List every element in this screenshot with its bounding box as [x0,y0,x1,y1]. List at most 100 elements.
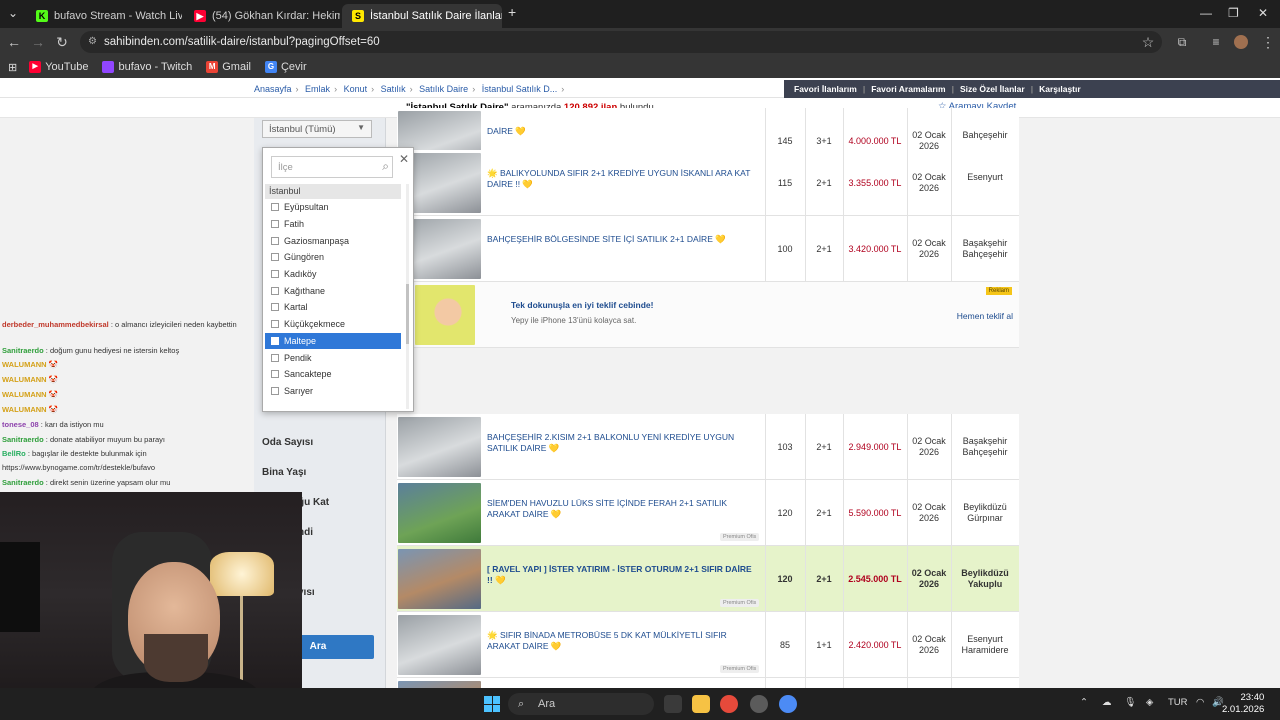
ad-title[interactable]: Tek dokunuşla en iyi teklif cebinde! [511,300,654,310]
checkbox[interactable] [271,203,279,212]
listing-thumbnail[interactable] [398,681,481,688]
district-option[interactable]: Fatih [265,216,401,233]
breadcrumb-link[interactable]: Satılık Daire [419,84,468,94]
tab-kick[interactable]: K bufavo Stream - Watch Live on ✕ [26,4,182,28]
close-icon[interactable]: ✕ [399,152,409,166]
listing-thumbnail[interactable] [398,483,481,543]
district-option[interactable]: Küçükçekmece [265,316,401,333]
bookmark-star-icon[interactable]: ☆ [1136,34,1160,51]
chrome-active-icon[interactable] [779,695,797,713]
checkbox[interactable] [271,353,279,362]
site-info-icon[interactable]: ⚙ [88,31,97,53]
listing-title[interactable]: BAHÇEŞEHİR BÖLGESİNDE SİTE İÇİ SATILIK 2… [487,234,757,245]
listing-row[interactable]: 🌟 SIFIR BİNADA METROBÜSE 5 DK KAT MÜLKİY… [397,612,1019,678]
mic-icon[interactable]: 🎙 [1124,697,1136,708]
bookmark-twitch[interactable]: bufavo - Twitch [102,61,192,73]
breadcrumb-link[interactable]: Anasayfa [254,84,292,94]
checkbox[interactable] [271,286,279,295]
district-option[interactable]: Maltepe [265,332,401,350]
listing-title[interactable]: 🌟 BALIKYOLUNDA SIFIR 2+1 KREDİYE UYGUN İ… [487,168,757,190]
district-option[interactable]: Pendik [265,349,401,366]
checkbox[interactable] [271,320,279,329]
reload-icon[interactable]: ↻ [50,34,74,51]
tray-app-icon[interactable]: ◈ [1146,697,1153,708]
listing-title[interactable]: [ RAVEL YAPI ] İSTER YATIRIM - İSTER OTU… [487,564,757,586]
maximize-icon[interactable]: ❐ [1228,6,1239,20]
district-option[interactable]: Eyüpsultan [265,199,401,216]
listing-title[interactable]: BAHÇEŞEHİR 2.KISIM 2+1 BALKONLU YENİ KRE… [487,432,757,454]
district-option[interactable]: Kağıthane [265,282,401,299]
listing-thumbnail[interactable] [398,549,481,609]
chrome-icon[interactable] [720,695,738,713]
system-clock[interactable]: 23:40 2.01.2026 [1222,692,1264,716]
extensions-icon[interactable]: ⧉ [1170,35,1194,50]
listing-title[interactable]: DAİRE 💛 [487,126,757,137]
apps-icon[interactable]: ⊞ [8,61,17,74]
listing-row[interactable]: SİEM'DEN HAVUZLU LÜKS SİTE İÇİNDE FERAH … [397,480,1019,546]
task-view-icon[interactable] [664,695,682,713]
forward-icon[interactable]: → [26,34,50,50]
listing-row[interactable]: 🌟 BALIKYOLUNDA SIFIR 2+1 KREDİYE UYGUN İ… [397,150,1019,216]
listing-row[interactable]: BAHÇEŞEHİR BÖLGESİNDE SİTE İÇİ SATILIK 2… [397,216,1019,282]
profile-avatar[interactable] [1234,35,1248,49]
checkbox[interactable] [271,236,279,245]
filter-floor[interactable]: ğu Kat [298,497,329,508]
wifi-icon[interactable]: ◠ [1196,697,1204,708]
bookmark-gmail[interactable]: M Gmail [206,61,251,73]
listing-title[interactable]: SİEM'DEN HAVUZLU LÜKS SİTE İÇİNDE FERAH … [487,498,757,520]
back-icon[interactable]: ← [2,34,26,50]
breadcrumb-link[interactable]: Konut [344,84,368,94]
file-explorer-icon[interactable] [692,695,710,713]
new-tab-button[interactable]: + [508,4,516,20]
checkbox[interactable] [271,220,279,229]
windows-start-icon[interactable] [484,696,500,712]
breadcrumb-link[interactable]: Satılık [381,84,406,94]
taskbar-search[interactable]: ⌕ Ara [508,693,654,715]
tab-sahibinden[interactable]: S İstanbul Satılık Daire İlanları ve ✕ [342,4,502,28]
compare-link[interactable]: Karşılaştır [1039,84,1081,94]
ad-cta-link[interactable]: Hemen teklif al [957,311,1013,321]
address-bar[interactable]: ⚙ sahibinden.com/satilik-daire/istanbul?… [80,31,1162,53]
listing-thumbnail[interactable] [398,417,481,477]
favorite-listings-link[interactable]: Favori İlanlarım [794,84,857,94]
tab-search-icon[interactable]: ⌄ [8,6,18,20]
checkbox[interactable] [271,303,279,312]
checkbox[interactable] [271,370,279,379]
language-indicator[interactable]: TUR [1168,697,1188,708]
district-option[interactable]: Kadıköy [265,266,401,283]
steam-icon[interactable] [750,695,768,713]
advertisement-row[interactable]: Tek dokunuşla en iyi teklif cebinde! Yepy… [397,282,1019,348]
checkbox[interactable] [271,336,279,345]
listing-date-year: 2026 [918,645,940,655]
minimize-icon[interactable]: — [1200,6,1212,20]
listing-row[interactable]: [ RAVEL YAPI ] MERKEZİ KONUM'DA YAŞAM VA… [397,678,1019,688]
checkbox[interactable] [271,270,279,279]
breadcrumb-link[interactable]: İstanbul Satılık D... [482,84,558,94]
favorite-searches-link[interactable]: Favori Aramalarım [871,84,945,94]
checkbox[interactable] [271,386,279,395]
listing-thumbnail[interactable] [398,615,481,675]
ad-image[interactable] [415,285,475,345]
media-icon[interactable]: ≡ [1204,35,1228,49]
district-option[interactable]: Sancaktepe [265,366,401,383]
district-option[interactable]: Güngören [265,249,401,266]
district-option[interactable]: Gaziosmanpaşa [265,232,401,249]
listing-row[interactable]: BAHÇEŞEHİR 2.KISIM 2+1 BALKONLU YENİ KRE… [397,414,1019,480]
menu-icon[interactable]: ⋮ [1256,34,1280,51]
close-window-icon[interactable]: ✕ [1258,6,1268,20]
personal-listings-link[interactable]: Size Özel İlanlar [960,84,1025,94]
tab-youtube[interactable]: ▶ (54) Gökhan Kırdar: Hekim ✕ [184,4,340,28]
bookmark-translate[interactable]: G Çevir [264,61,307,73]
district-option[interactable]: Sarıyer [265,383,401,400]
tray-app-icon[interactable]: ☁ [1102,697,1112,708]
listing-row[interactable]: [ RAVEL YAPI ] İSTER YATIRIM - İSTER OTU… [397,546,1019,612]
checkbox[interactable] [271,253,279,262]
tray-chevron-icon[interactable]: ⌃ [1080,697,1088,708]
listing-title[interactable]: 🌟 SIFIR BİNADA METROBÜSE 5 DK KAT MÜLKİY… [487,630,757,652]
breadcrumb-link[interactable]: Emlak [305,84,330,94]
bookmark-youtube[interactable]: ▶ YouTube [29,61,88,73]
city-select[interactable]: İstanbul (Tümü) ▼ [262,120,372,138]
district-scrollbar[interactable] [406,184,409,409]
district-option[interactable]: Kartal [265,299,401,316]
district-search-input[interactable]: İlçe ⌕ [271,156,393,178]
